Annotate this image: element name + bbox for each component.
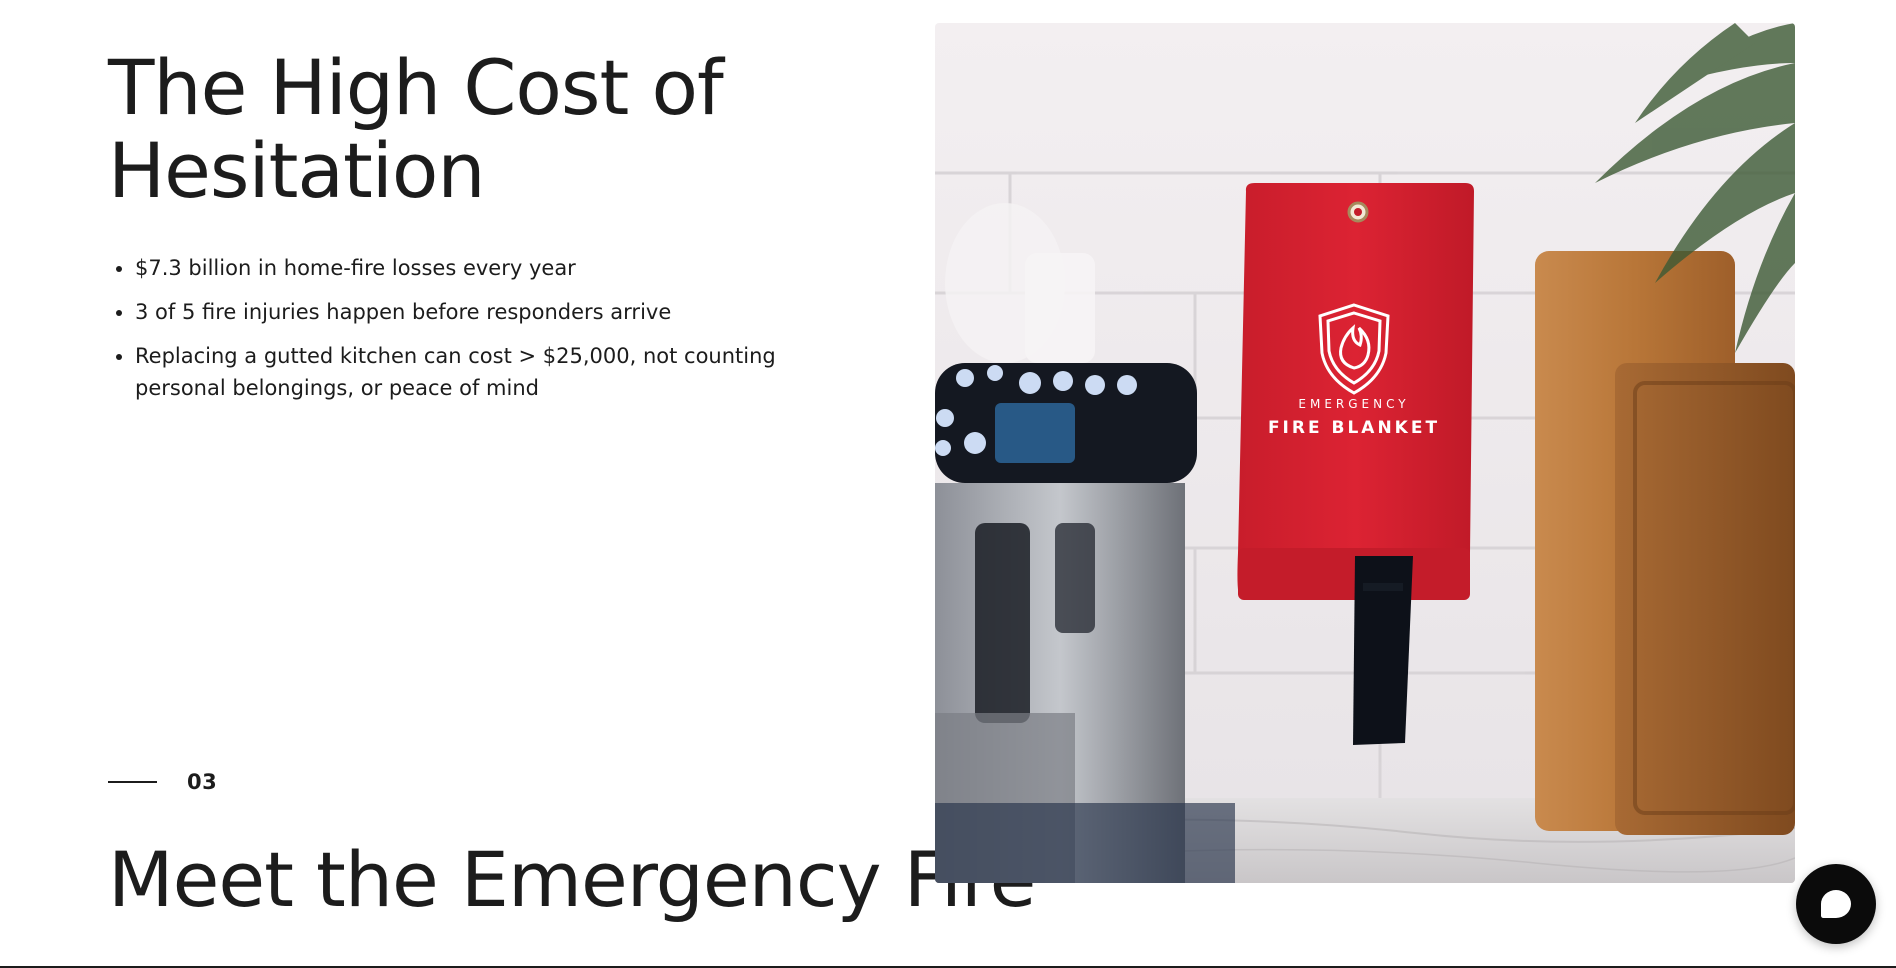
- next-section-heading: Meet the Emergency Fire: [108, 835, 1036, 924]
- blanket-label-large: FIRE BLANKET: [1268, 418, 1440, 438]
- section-heading: The High Cost of Hesitation: [108, 43, 724, 215]
- cost-bullet-list: $7.3 billion in home-fire losses every y…: [108, 252, 795, 416]
- chat-button[interactable]: [1796, 864, 1876, 944]
- bullet-item: Replacing a gutted kitchen can cost > $2…: [135, 340, 795, 404]
- divider-line: [108, 781, 157, 783]
- blanket-label-small: EMERGENCY: [1298, 397, 1409, 411]
- section-number-marker: 03: [108, 770, 217, 794]
- page: The High Cost of Hesitation $7.3 billion…: [0, 0, 1896, 968]
- section-number: 03: [187, 770, 218, 794]
- chat-bubble-icon: [1821, 890, 1851, 918]
- bullet-item: $7.3 billion in home-fire losses every y…: [135, 252, 795, 284]
- product-photo: EMERGENCY FIRE BLANKET: [935, 23, 1795, 883]
- bullet-item: 3 of 5 fire injuries happen before respo…: [135, 296, 795, 328]
